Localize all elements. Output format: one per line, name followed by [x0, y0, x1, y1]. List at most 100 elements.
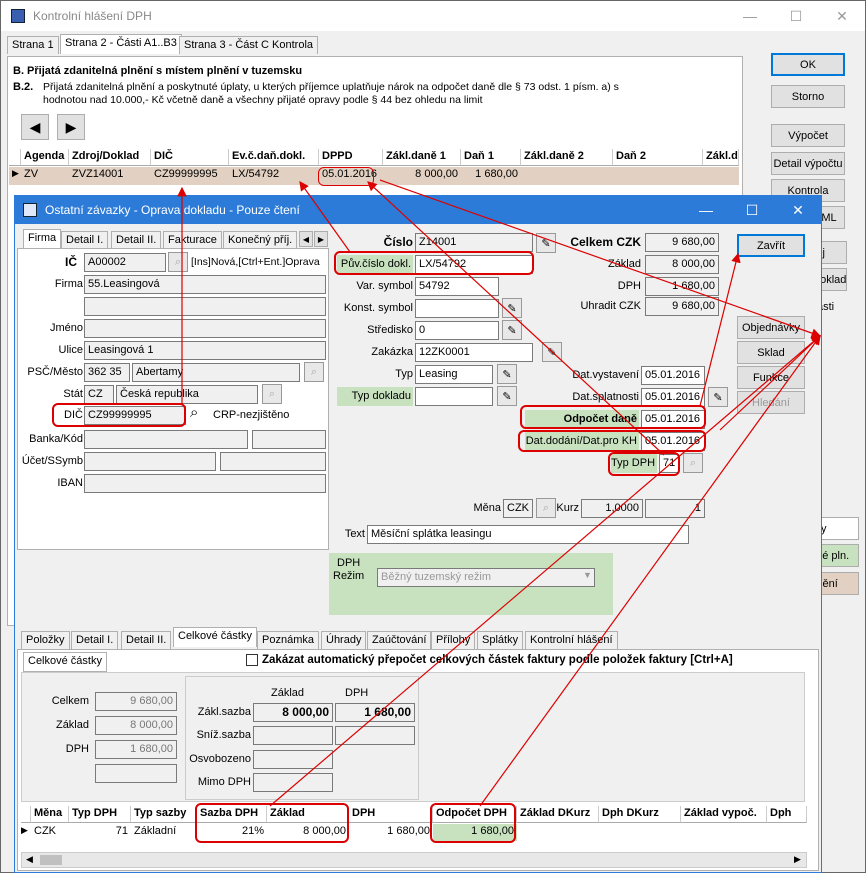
- dgrid-header-odpocet[interactable]: Odpočet DPH: [433, 806, 517, 823]
- zakl-sazba-zaklad[interactable]: 8 000,00: [253, 703, 333, 722]
- firma-field-2[interactable]: [84, 297, 326, 316]
- dgrid-header-sazba[interactable]: Sazba DPH: [197, 806, 267, 823]
- stredisko-field[interactable]: 0: [415, 321, 499, 340]
- banka-field[interactable]: [84, 430, 248, 449]
- tab-detail2[interactable]: Detail II.: [111, 231, 162, 249]
- dialog-maximize-icon[interactable]: ☐: [729, 196, 775, 224]
- tab-detail-i[interactable]: Detail I.: [71, 631, 119, 649]
- odpocet-field[interactable]: 05.01.2016: [641, 410, 705, 429]
- mesto-lookup-icon[interactable]: ⌕: [304, 362, 324, 382]
- dgrid-header-zaklad-dkurz[interactable]: Základ DKurz: [517, 806, 599, 823]
- tab-detail1[interactable]: Detail I.: [61, 231, 109, 249]
- stat-lookup-icon[interactable]: ⌕: [262, 384, 282, 404]
- scroll-right-icon[interactable]: ▶: [794, 854, 801, 865]
- grid-header-dan1[interactable]: Daň 1: [461, 149, 521, 166]
- next-button[interactable]: ▶: [57, 114, 85, 140]
- rezim-chevron-down-icon[interactable]: ▼: [583, 570, 592, 580]
- typdokl-field[interactable]: [415, 387, 493, 406]
- celkem-field[interactable]: 9 680,00: [645, 233, 719, 252]
- objednavky-button[interactable]: Objednávky: [737, 316, 805, 339]
- sniz-dph[interactable]: [335, 726, 415, 745]
- mena-field[interactable]: CZK: [503, 499, 533, 518]
- grid-header-zakl2[interactable]: Zákl.daně 2: [521, 149, 613, 166]
- tab-kontrolni[interactable]: Kontrolní hlášení: [525, 631, 618, 649]
- ic-lookup-icon[interactable]: ⌕: [168, 252, 188, 272]
- kod-field[interactable]: [252, 430, 326, 449]
- grid-header-ev[interactable]: Ev.č.daň.dokl.: [229, 149, 319, 166]
- maximize-icon[interactable]: ☐: [773, 1, 819, 31]
- rezim-select[interactable]: Běžný tuzemský režim: [377, 568, 595, 587]
- text-field[interactable]: Měsíční splátka leasingu: [367, 525, 689, 544]
- grid-header-agenda[interactable]: Agenda: [21, 149, 69, 166]
- grid-header-dic[interactable]: DIČ: [151, 149, 229, 166]
- zaklad-field[interactable]: 8 000,00: [645, 255, 719, 274]
- tab-polozky[interactable]: Položky: [21, 631, 70, 649]
- tab-strana3[interactable]: Strana 3 - Část C Kontrola: [179, 36, 319, 54]
- puv-field[interactable]: LX/54792: [415, 255, 533, 274]
- konst-field[interactable]: [415, 299, 499, 318]
- datspl-calendar-icon[interactable]: ✎: [708, 387, 728, 407]
- zavrit-button[interactable]: Zavřít: [737, 234, 805, 257]
- grid-header-dppd[interactable]: DPPD: [319, 149, 383, 166]
- kurz1-field[interactable]: 1,0000: [581, 499, 643, 518]
- dialog-close-icon[interactable]: ✕: [775, 196, 821, 224]
- dic-field[interactable]: CZ99999995: [84, 406, 186, 425]
- zakazka-field[interactable]: 12ZK0001: [415, 343, 533, 362]
- sum-dph-field[interactable]: 1 680,00: [95, 740, 177, 759]
- var-field[interactable]: 54792: [415, 277, 499, 296]
- tabs-left-arrow-icon[interactable]: ◀: [299, 231, 313, 247]
- dialog-minimize-icon[interactable]: —: [683, 196, 729, 224]
- ic-field[interactable]: A00002: [84, 253, 166, 272]
- dgrid-header-zaklad[interactable]: Základ: [267, 806, 349, 823]
- cislo-field[interactable]: Z14001: [415, 233, 533, 252]
- ulice-field[interactable]: Leasingová 1: [84, 341, 326, 360]
- storno-button[interactable]: Storno: [771, 85, 845, 108]
- datdod-field[interactable]: 05.01.2016: [641, 432, 705, 451]
- firma-field[interactable]: 55.Leasingová: [84, 275, 326, 294]
- grid-header-zakld[interactable]: Zákl.d: [703, 149, 739, 166]
- tab-strana1[interactable]: Strana 1: [7, 36, 59, 54]
- minimize-icon[interactable]: —: [727, 1, 773, 31]
- dgrid-header-zaklad-vypoc[interactable]: Základ vypoč.: [681, 806, 767, 823]
- scroll-left-icon[interactable]: ◀: [26, 854, 33, 865]
- stat-name-field[interactable]: Česká republika: [116, 385, 258, 404]
- ucet-field[interactable]: [84, 452, 216, 471]
- cislo-edit-icon[interactable]: ✎: [536, 233, 556, 253]
- tab-prilohy[interactable]: Přílohy: [431, 631, 476, 649]
- datvyst-field[interactable]: 05.01.2016: [641, 366, 705, 385]
- iban-field[interactable]: [84, 474, 326, 493]
- dgrid-header-dph[interactable]: DPH: [349, 806, 433, 823]
- psc-field[interactable]: 362 35: [84, 363, 130, 382]
- typ-lookup-icon[interactable]: ✎: [497, 364, 517, 384]
- typdph-field[interactable]: 71: [659, 454, 679, 473]
- tab-firma[interactable]: Firma: [23, 229, 62, 249]
- tab-detail-ii[interactable]: Detail II.: [121, 631, 172, 649]
- mena-lookup-icon[interactable]: ⌕: [536, 498, 556, 518]
- mimo-zaklad[interactable]: [253, 773, 333, 792]
- typdph-lookup-icon[interactable]: ⌕: [683, 453, 703, 473]
- search-icon[interactable]: ⌕: [190, 404, 198, 421]
- tab-celkove[interactable]: Celkové částky: [173, 627, 257, 647]
- datspl-field[interactable]: 05.01.2016: [641, 388, 705, 407]
- tab-zauctovani[interactable]: Zaúčtování: [367, 631, 432, 649]
- ssymb-field[interactable]: [220, 452, 326, 471]
- kurz2-field[interactable]: 1: [645, 499, 705, 518]
- typdokl-lookup-icon[interactable]: ✎: [497, 386, 517, 406]
- dgrid-header-typsazby[interactable]: Typ sazby: [131, 806, 197, 823]
- horizontal-scrollbar[interactable]: ◀ ▶: [21, 852, 807, 868]
- sklad-button[interactable]: Sklad: [737, 341, 805, 364]
- zakazka-lookup-icon[interactable]: ✎: [542, 342, 562, 362]
- uhradit-field[interactable]: 9 680,00: [645, 297, 719, 316]
- sniz-zaklad[interactable]: [253, 726, 333, 745]
- konst-lookup-icon[interactable]: ✎: [502, 298, 522, 318]
- auto-recalc-checkbox[interactable]: [246, 654, 258, 666]
- detail-vypoctu-button[interactable]: Detail výpočtu: [771, 152, 845, 175]
- close-icon[interactable]: ✕: [819, 1, 865, 31]
- sum-celkem-field[interactable]: 9 680,00: [95, 692, 177, 711]
- dph-field[interactable]: 1 680,00: [645, 277, 719, 296]
- grid-header-dan2[interactable]: Daň 2: [613, 149, 703, 166]
- table-row[interactable]: ▶ ZV ZVZ14001 CZ99999995 LX/54792 05.01.…: [9, 167, 739, 185]
- dgrid-header-typdph[interactable]: Typ DPH: [69, 806, 131, 823]
- stredisko-lookup-icon[interactable]: ✎: [502, 320, 522, 340]
- sum-extra-field[interactable]: [95, 764, 177, 783]
